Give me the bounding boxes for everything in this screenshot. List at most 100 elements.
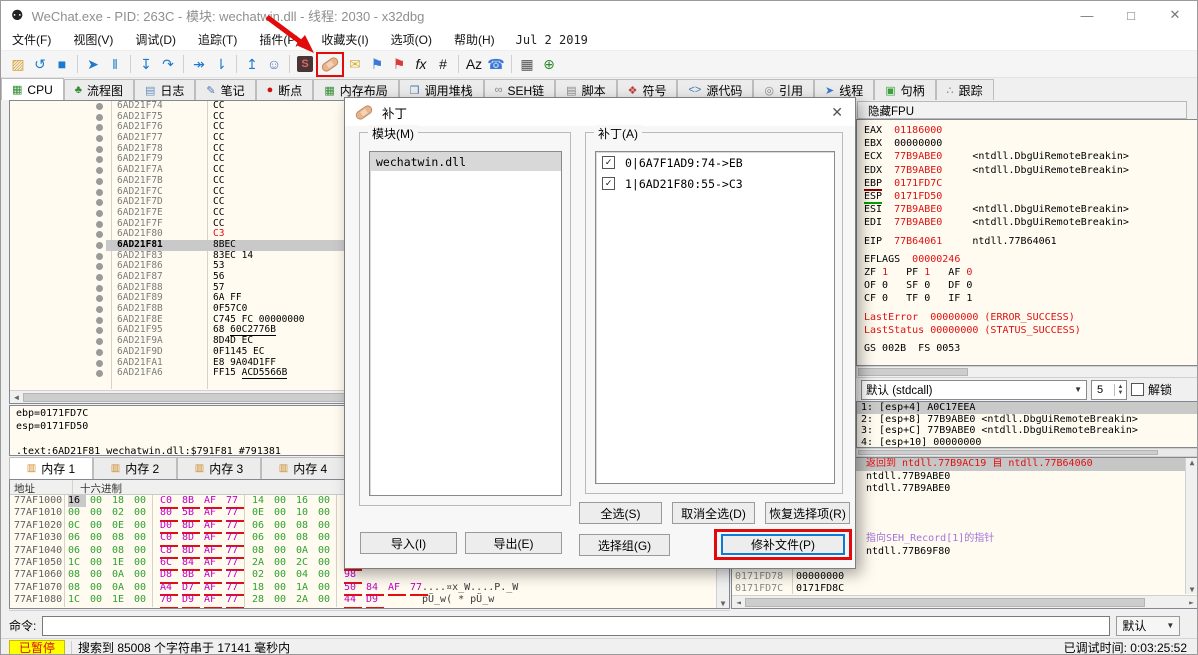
register-row[interactable]: OF 0 SF 0 DF 0 xyxy=(857,279,1197,292)
breakpoint-dot-icon[interactable] xyxy=(96,167,103,175)
dump-byte[interactable]: 08 xyxy=(68,569,86,581)
tab-trace[interactable]: ∴ 跟踪 xyxy=(935,79,994,100)
breakpoint-dot-icon[interactable] xyxy=(96,145,103,153)
close-button[interactable]: ✕ xyxy=(1153,1,1197,29)
dump-byte[interactable]: 70 xyxy=(160,594,178,608)
import-button[interactable]: 导入(I) xyxy=(360,532,457,554)
dump-byte[interactable]: 00 xyxy=(90,545,108,557)
dump-byte[interactable]: 00 xyxy=(90,507,108,519)
argument-row[interactable]: 2: [esp+8] 77B9ABE0 <ntdll.DbgUiRemoteBr… xyxy=(857,414,1197,426)
breakpoint-dot-icon[interactable] xyxy=(96,306,103,314)
scroll-down-icon[interactable]: ▼ xyxy=(1190,585,1195,594)
deselect-all-button[interactable]: 取消全选(D) xyxy=(672,502,755,524)
dump-byte[interactable]: 14 xyxy=(252,495,270,507)
dump-byte[interactable]: 06 xyxy=(68,532,86,544)
register-row[interactable]: LastStatus 00000000 (STATUS_SUCCESS) xyxy=(857,324,1197,337)
dump-tab-2[interactable]: ▥ 内存 2 xyxy=(93,457,177,479)
dump-byte[interactable]: 00 xyxy=(134,557,152,569)
bookmark-icon[interactable]: ⚑ xyxy=(388,53,410,75)
stop-icon[interactable]: ■ xyxy=(51,53,73,75)
comment-icon[interactable]: ✉ xyxy=(344,53,366,75)
command-input[interactable] xyxy=(42,615,1111,636)
dump-byte[interactable]: 28 xyxy=(252,594,270,606)
minimize-button[interactable]: — xyxy=(1065,1,1109,29)
memory-map-icon[interactable]: ⊕ xyxy=(538,53,560,75)
patch-checkbox[interactable]: ✓ xyxy=(602,156,615,169)
dump-tab-3[interactable]: ▥ 内存 3 xyxy=(177,457,261,479)
module-list-item[interactable]: wechatwin.dll xyxy=(370,152,561,171)
tab-graph[interactable]: ♣ 流程图 xyxy=(63,79,134,100)
run-to-user-code-icon[interactable]: ↠ xyxy=(188,53,210,75)
breakpoint-dot-icon[interactable] xyxy=(96,103,103,110)
patch-checkbox[interactable]: ✓ xyxy=(602,177,615,190)
patch-icon[interactable] xyxy=(316,51,344,77)
dump-byte[interactable]: AF xyxy=(204,594,222,608)
dump-byte[interactable]: 00 xyxy=(274,545,292,557)
menu-item[interactable]: 追踪(T) xyxy=(187,29,248,50)
dump-byte[interactable]: 1C xyxy=(68,594,86,606)
breakpoint-dot-icon[interactable] xyxy=(96,338,103,346)
step-over-icon[interactable]: ↷ xyxy=(157,53,179,75)
register-row[interactable]: ZF 1 PF 1 AF 0 xyxy=(857,266,1197,279)
scroll-up-icon[interactable]: ▲ xyxy=(1190,458,1195,467)
dump-byte[interactable]: 00 xyxy=(134,507,152,519)
spinner-arrows-icon[interactable]: ▲ ▼ xyxy=(1114,383,1126,396)
menu-item[interactable]: 插件(P) xyxy=(248,29,310,50)
tab-log[interactable]: ▤ 日志 xyxy=(133,79,196,100)
pause-icon[interactable]: ‖ xyxy=(104,53,126,75)
dump-byte[interactable]: 0C xyxy=(68,520,86,532)
dump-byte[interactable]: 00 xyxy=(318,569,336,581)
attach-icon[interactable]: ☺ xyxy=(263,53,285,75)
breakpoint-dot-icon[interactable] xyxy=(96,113,103,121)
dump-byte[interactable]: 00 xyxy=(318,495,336,507)
scroll-left-icon[interactable]: ◄ xyxy=(732,598,745,607)
breakpoint-dot-icon[interactable] xyxy=(96,188,103,196)
dump-byte[interactable]: 00 xyxy=(90,557,108,569)
tab-handles[interactable]: ▣ 句柄 xyxy=(874,79,936,100)
export-button[interactable]: 导出(E) xyxy=(465,532,562,554)
dump-byte[interactable]: 2A xyxy=(252,557,270,569)
register-row[interactable]: EDX 77B9ABE0 <ntdll.DbgUiRemoteBreakin> xyxy=(857,164,1197,177)
open-file-icon[interactable]: ▨ xyxy=(7,53,29,75)
dump-byte[interactable]: 08 xyxy=(296,532,314,544)
dump-row[interactable]: 77AF1060 08 00 0A 00 D8 8B AF 77 02 00 04 00 98 xyxy=(10,569,729,584)
functions-icon[interactable]: fx xyxy=(410,53,432,75)
patch-list-item[interactable]: ✓ 1|6AD21F80:55->C3 xyxy=(596,173,834,194)
dump-byte[interactable]: 00 xyxy=(90,594,108,606)
dump-byte[interactable]: 00 xyxy=(134,582,152,594)
register-row[interactable]: EAX 01186000 xyxy=(857,124,1197,137)
dump-row[interactable]: 77AF1070 08 00 0A 00 A4 D7 AF 77 18 00 1A 00 50 84 AF 77… xyxy=(10,582,729,597)
arguments-panel[interactable]: 1: [esp+4] A0C17EEA 2: [esp+8] 77B9ABE0 <… xyxy=(856,401,1197,448)
argument-row[interactable]: 3: [esp+C] 77B9ABE0 <ntdll.DbgUiRemoteBr… xyxy=(857,425,1197,437)
dump-byte[interactable]: 00 xyxy=(134,545,152,557)
strings-icon[interactable]: Az xyxy=(463,53,485,75)
dump-row[interactable]: 77AF1080 1C 00 1E 00 70 D9 AF 77 28 00 2A 00 44 D9 pÜ_w… xyxy=(10,594,729,608)
breakpoint-dot-icon[interactable] xyxy=(96,274,103,281)
maximize-button[interactable]: □ xyxy=(1109,1,1153,29)
dump-byte[interactable]: 00 xyxy=(318,507,336,519)
tab-cpu[interactable]: ▦ CPU xyxy=(1,78,64,100)
dump-byte[interactable]: 02 xyxy=(252,569,270,581)
register-row[interactable]: EFLAGS 00000246 xyxy=(857,253,1197,266)
dump-byte[interactable]: 06 xyxy=(252,532,270,544)
calculator-icon[interactable]: ▦ xyxy=(516,53,538,75)
dump-byte[interactable]: 02 xyxy=(112,507,130,519)
dump-byte[interactable]: 00 xyxy=(318,545,336,557)
dump-byte[interactable]: 00 xyxy=(318,582,336,594)
dump-byte[interactable]: D9 xyxy=(366,594,384,608)
patch-list-item[interactable]: ✓ 0|6A7F1AD9:74->EB xyxy=(596,152,834,173)
breakpoint-dot-icon[interactable] xyxy=(96,156,103,164)
menu-item[interactable]: 调试(D) xyxy=(124,29,187,50)
dump-tab-4[interactable]: ▥ 内存 4 xyxy=(261,457,345,479)
dump-byte[interactable]: 00 xyxy=(274,495,292,507)
register-row[interactable]: ESI 77B9ABE0 <ntdll.DbgUiRemoteBreakin> xyxy=(857,203,1197,216)
pick-groups-button[interactable]: 选择组(G) xyxy=(579,534,670,556)
menu-item[interactable]: 收藏夹(I) xyxy=(310,29,379,50)
dump-byte[interactable]: 10 xyxy=(296,507,314,519)
dump-byte[interactable]: 00 xyxy=(90,532,108,544)
modules-list[interactable]: wechatwin.dll xyxy=(369,151,562,496)
dump-byte[interactable]: 1A xyxy=(296,582,314,594)
dump-byte[interactable]: 06 xyxy=(68,545,86,557)
stack-vertical-scrollbar[interactable]: ▲ ▼ xyxy=(1185,458,1197,594)
menu-item[interactable]: 视图(V) xyxy=(62,29,124,50)
